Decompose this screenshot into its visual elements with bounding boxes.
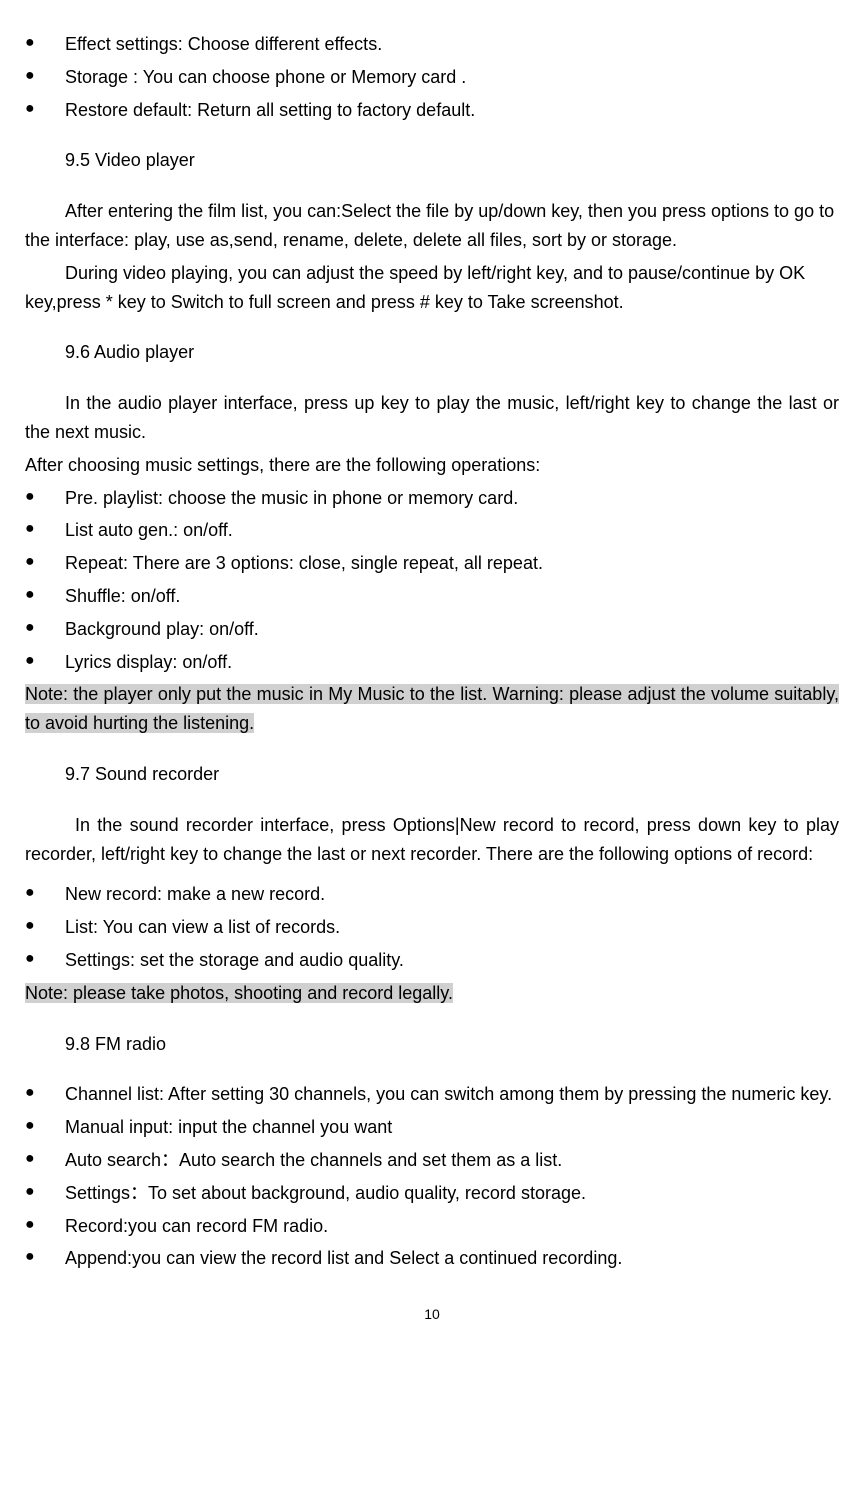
heading-9-5: 9.5 Video player [65, 146, 839, 175]
note-text: Note: please take photos, shooting and r… [25, 983, 453, 1003]
list-item: List: You can view a list of records. [25, 913, 839, 942]
top-bullet-list: Effect settings: Choose different effect… [25, 30, 839, 124]
list-item: Channel list: After setting 30 channels,… [25, 1080, 839, 1109]
note-text: Note: the player only put the music in M… [25, 684, 839, 733]
list-item: Effect settings: Choose different effect… [25, 30, 839, 59]
fm-radio-list: Channel list: After setting 30 channels,… [25, 1080, 839, 1273]
audio-settings-list: Pre. playlist: choose the music in phone… [25, 484, 839, 677]
list-item: Settings：To set about background, audio … [25, 1179, 839, 1208]
paragraph: During video playing, you can adjust the… [25, 259, 839, 317]
list-item: Restore default: Return all setting to f… [25, 96, 839, 125]
list-item: Manual input: input the channel you want [25, 1113, 839, 1142]
note-audio: Note: the player only put the music in M… [25, 680, 839, 738]
list-item: Auto search：Auto search the channels and… [25, 1146, 839, 1175]
list-item: Pre. playlist: choose the music in phone… [25, 484, 839, 513]
list-item: Repeat: There are 3 options: close, sing… [25, 549, 839, 578]
heading-9-6: 9.6 Audio player [65, 338, 839, 367]
list-item: Lyrics display: on/off. [25, 648, 839, 677]
paragraph: After choosing music settings, there are… [25, 451, 839, 480]
heading-9-7: 9.7 Sound recorder [65, 760, 839, 789]
list-item: New record: make a new record. [25, 880, 839, 909]
paragraph: In the sound recorder interface, press O… [25, 811, 839, 869]
list-item: List auto gen.: on/off. [25, 516, 839, 545]
list-item: Settings: set the storage and audio qual… [25, 946, 839, 975]
list-item: Storage : You can choose phone or Memory… [25, 63, 839, 92]
paragraph: In the audio player interface, press up … [25, 389, 839, 447]
paragraph: After entering the film list, you can:Se… [25, 197, 839, 255]
recorder-options-list: New record: make a new record. List: You… [25, 880, 839, 974]
heading-9-8: 9.8 FM radio [65, 1030, 839, 1059]
list-item: Background play: on/off. [25, 615, 839, 644]
note-recorder: Note: please take photos, shooting and r… [25, 979, 839, 1008]
page-number: 10 [25, 1303, 839, 1325]
list-item: Record:you can record FM radio. [25, 1212, 839, 1241]
list-item: Shuffle: on/off. [25, 582, 839, 611]
list-item: Append:you can view the record list and … [25, 1244, 839, 1273]
